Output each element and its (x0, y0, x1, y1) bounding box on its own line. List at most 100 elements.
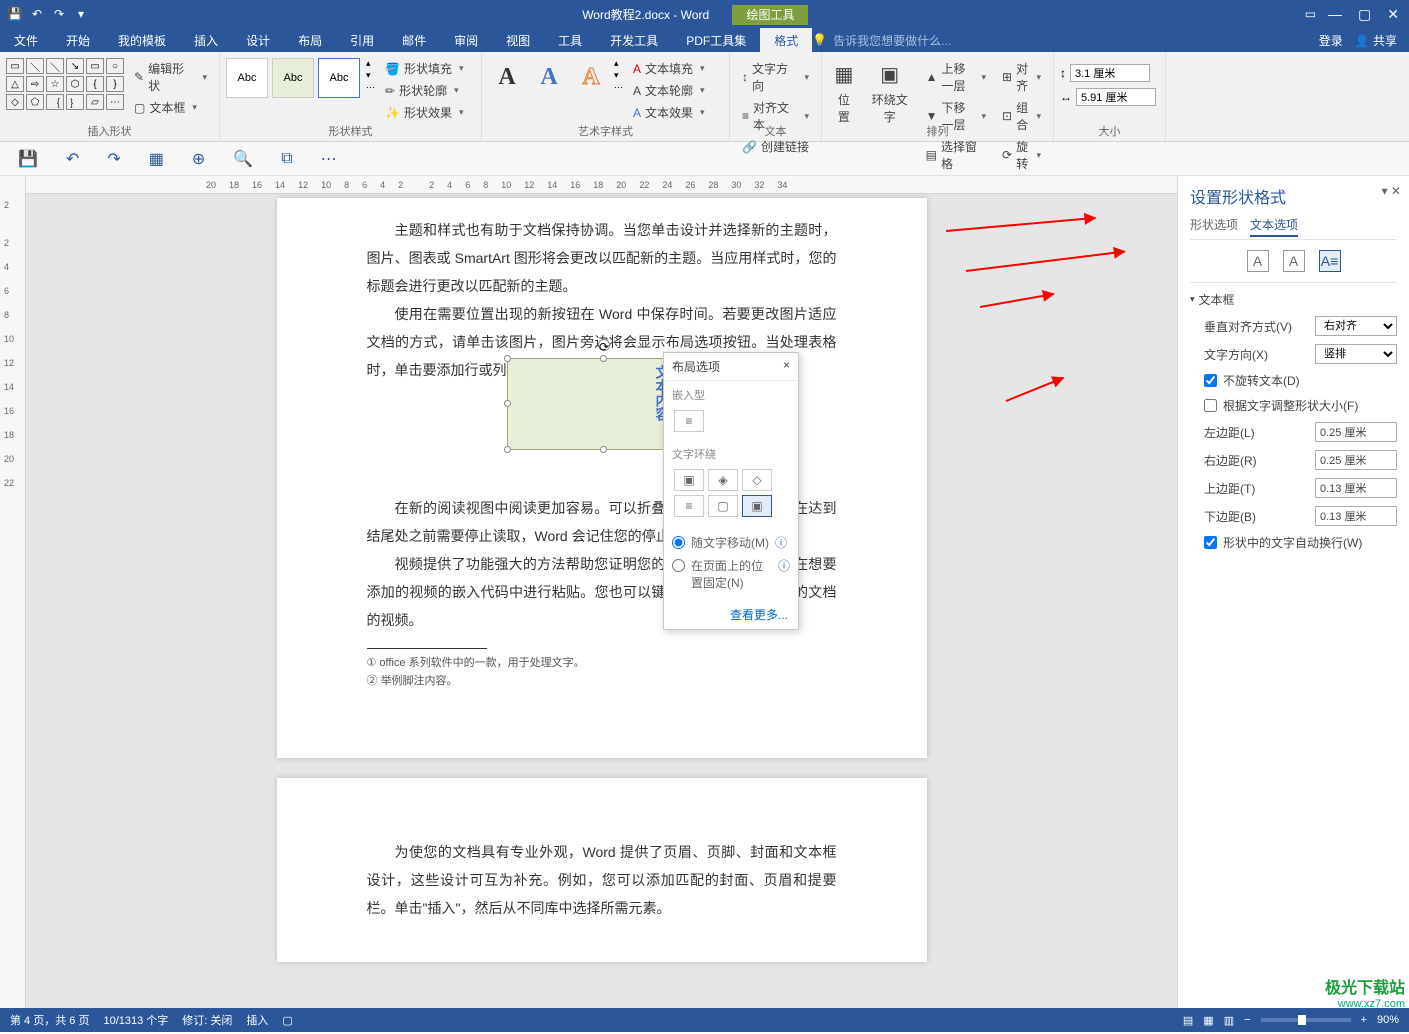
wa-up-icon[interactable]: ▴ (614, 58, 623, 69)
shape-line2-icon[interactable]: ＼ (46, 58, 64, 74)
status-page[interactable]: 第 4 页，共 6 页 (10, 1012, 89, 1028)
shape-tri-icon[interactable]: △ (6, 76, 24, 92)
mr-input[interactable]: 0.25 厘米 (1315, 450, 1397, 470)
gallery-up-icon[interactable]: ▴ (366, 58, 375, 69)
tab-pdf[interactable]: PDF工具集 (672, 28, 760, 53)
shape-rb2-icon[interactable]: ｝ (66, 94, 84, 110)
wrap-text-button[interactable]: ▣环绕文字 (864, 58, 916, 129)
paragraph-5[interactable]: 为使您的文档具有专业外观，Word 提供了页眉、页脚、封面和文本框设计，这些设计… (367, 838, 837, 922)
wordart-preset-3[interactable]: A (572, 58, 610, 96)
tab-tools[interactable]: 工具 (544, 28, 596, 53)
save-icon[interactable]: 💾 (8, 7, 22, 21)
status-track[interactable]: 修订: 关闭 (182, 1012, 232, 1028)
width-input[interactable]: 5.91 厘米 (1076, 88, 1156, 106)
shape-hex-icon[interactable]: ⬡ (66, 76, 84, 92)
share-button[interactable]: 👤 共享 (1355, 32, 1397, 49)
textbox-button[interactable]: ▢文本框 (128, 97, 213, 118)
tab-mailings[interactable]: 邮件 (388, 28, 440, 53)
handle-bm[interactable] (600, 446, 607, 453)
tell-me-search[interactable]: 💡 告诉我您想要做什么... (812, 32, 951, 49)
tab-references[interactable]: 引用 (336, 28, 388, 53)
view-web-icon[interactable]: ▥ (1224, 1014, 1234, 1027)
shape-lb-icon[interactable]: { (86, 76, 104, 92)
zoom-level[interactable]: 90% (1377, 1014, 1399, 1026)
redo-icon[interactable]: ↷ (52, 7, 66, 21)
text-effects-category-icon[interactable]: A (1283, 250, 1305, 272)
tab-home[interactable]: 开始 (52, 28, 104, 53)
tab-review[interactable]: 审阅 (440, 28, 492, 53)
qat-dropdown-icon[interactable]: ▾ (74, 7, 88, 21)
ribbon-display-icon[interactable]: ▭ (1305, 7, 1316, 21)
shape-fill-button[interactable]: 🪣形状填充 (379, 58, 470, 79)
sec-more-icon[interactable]: ⋯ (321, 149, 337, 169)
text-fill-button[interactable]: A文本填充 (627, 58, 711, 79)
shape-oval-icon[interactable]: ○ (106, 58, 124, 74)
shape-outline-button[interactable]: ✏形状轮廓 (379, 80, 470, 101)
shape-more-icon[interactable]: ⋯ (106, 94, 124, 110)
view-print-icon[interactable]: ▦ (1203, 1014, 1213, 1027)
shape-connector-icon[interactable]: ↘ (66, 58, 84, 74)
wrap-topbottom-icon[interactable]: ≡ (674, 495, 704, 517)
text-fill-category-icon[interactable]: A (1247, 250, 1269, 272)
shapes-gallery[interactable]: ▭ ＼ ＼ ↘ ▭ ○ △ ⇨ ☆ ⬡ { } ◇ ⬠ ｛ ｝ ▱ ⋯ (6, 58, 124, 110)
create-link-button[interactable]: 🔗创建链接 (736, 136, 815, 157)
status-insert[interactable]: 插入 (246, 1012, 268, 1028)
status-words[interactable]: 10/1313 个字 (103, 1012, 168, 1028)
style-preset-3[interactable]: Abc (318, 58, 360, 98)
handle-bl[interactable] (504, 446, 511, 453)
see-more-link[interactable]: 查看更多... (664, 600, 798, 629)
rotate-button[interactable]: ⟳旋转 (996, 136, 1047, 174)
popup-close-icon[interactable]: × (783, 358, 790, 375)
wrap-tight-icon[interactable]: ◈ (708, 469, 738, 491)
minimize-icon[interactable]: — (1328, 6, 1342, 23)
pane-close-icon[interactable]: ▾ ✕ (1382, 184, 1401, 198)
shape-lb2-icon[interactable]: ｛ (46, 94, 64, 110)
footnote-2[interactable]: 举例脚注内容。 (367, 673, 837, 691)
fix-position-radio[interactable]: 在页面上的位置固定(N) ⓘ (672, 554, 790, 594)
view-read-icon[interactable]: ▤ (1183, 1014, 1193, 1027)
style-preset-2[interactable]: Abc (272, 58, 314, 98)
handle-tm[interactable] (600, 355, 607, 362)
mb-input[interactable]: 0.13 厘米 (1315, 506, 1397, 526)
footnote-1[interactable]: office 系列软件中的一款，用于处理文字。 (367, 655, 837, 673)
text-effects-button[interactable]: A文本效果 (627, 102, 711, 123)
sec-zoom-icon[interactable]: 🔍 (233, 149, 253, 169)
edit-shape-button[interactable]: ✎编辑形状 (128, 58, 213, 96)
paragraph-1[interactable]: 主题和样式也有助于文档保持协调。当您单击设计并选择新的主题时，图片、图表或 Sm… (367, 216, 837, 300)
zoom-in-icon[interactable]: + (1361, 1014, 1367, 1026)
wa-down-icon[interactable]: ▾ (614, 70, 623, 81)
shape-star-icon[interactable]: ☆ (46, 76, 64, 92)
tab-file[interactable]: 文件 (0, 28, 52, 53)
info-icon-2[interactable]: ⓘ (778, 557, 790, 574)
wrap-square-icon[interactable]: ▣ (674, 469, 704, 491)
shape-line-icon[interactable]: ＼ (26, 58, 44, 74)
bring-forward-button[interactable]: ▲上移一层 (920, 58, 992, 96)
login-link[interactable]: 登录 (1319, 32, 1343, 49)
shape-misc2-icon[interactable]: ⬠ (26, 94, 44, 110)
autofit-checkbox[interactable] (1204, 399, 1217, 412)
pane-tab-text[interactable]: 文本选项 (1250, 214, 1298, 237)
gallery-down-icon[interactable]: ▾ (366, 70, 375, 81)
shape-textbox-icon[interactable]: ▭ (6, 58, 24, 74)
shape-rb-icon[interactable]: } (106, 76, 124, 92)
selection-pane-button[interactable]: ▤选择窗格 (920, 136, 992, 174)
zoom-out-icon[interactable]: − (1244, 1014, 1250, 1026)
align-button[interactable]: ⊞对齐 (996, 58, 1047, 96)
wrap-through-icon[interactable]: ◇ (742, 469, 772, 491)
tab-developer[interactable]: 开发工具 (596, 28, 672, 53)
sec-save-icon[interactable]: 💾 (18, 149, 38, 169)
tab-mytemplate[interactable]: 我的模板 (104, 28, 180, 53)
sec-undo-icon[interactable]: ↶ (66, 149, 79, 169)
tab-layout[interactable]: 布局 (284, 28, 336, 53)
tab-design[interactable]: 设计 (232, 28, 284, 53)
move-with-text-radio[interactable]: 随文字移动(M) ⓘ (672, 531, 790, 554)
wa-more-icon[interactable]: ⋯ (614, 82, 623, 93)
sec-pos-icon[interactable]: ⊕ (192, 149, 205, 169)
sec-layout-icon[interactable]: ▦ (149, 149, 164, 169)
tab-view[interactable]: 视图 (492, 28, 544, 53)
tab-format[interactable]: 格式 (760, 28, 812, 53)
sec-redo-icon[interactable]: ↷ (107, 149, 120, 169)
wordart-preset-1[interactable]: A (488, 58, 526, 96)
tab-insert[interactable]: 插入 (180, 28, 232, 53)
rotate-handle-icon[interactable]: ⟳ (598, 339, 610, 351)
